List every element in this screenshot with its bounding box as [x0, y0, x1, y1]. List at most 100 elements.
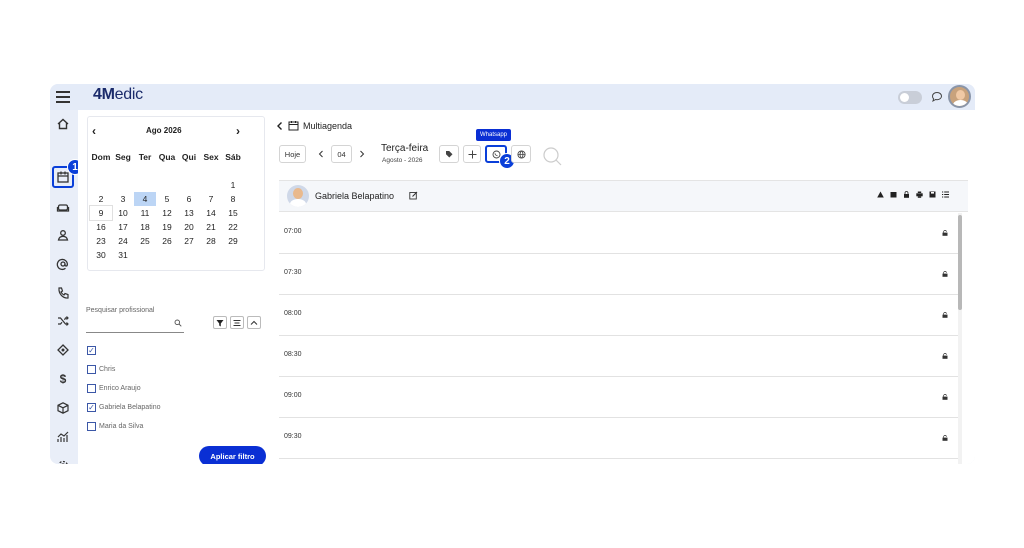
- calendar-day[interactable]: 12: [156, 206, 178, 220]
- time-slot-row[interactable]: 09:30: [279, 418, 959, 459]
- back-icon[interactable]: [276, 121, 284, 131]
- calendar-day[interactable]: 31: [112, 248, 134, 262]
- calendar-day[interactable]: 11: [134, 206, 156, 220]
- calendar-day[interactable]: 2: [90, 192, 112, 206]
- calendar-day[interactable]: 18: [134, 220, 156, 234]
- calendar-day[interactable]: 14: [200, 206, 222, 220]
- globe-icon: [516, 149, 526, 159]
- app-window: 4Medic 1 $ ‹ Ago 2026 › Dom Seg Ter Qua Qui S…: [50, 84, 975, 464]
- calendar-day[interactable]: 26: [156, 234, 178, 248]
- box-icon[interactable]: [55, 400, 71, 416]
- prev-month-button[interactable]: ‹: [92, 124, 96, 138]
- time-slot-row[interactable]: 09:00: [279, 377, 959, 418]
- user-avatar[interactable]: [948, 85, 971, 108]
- add-button[interactable]: [463, 145, 481, 163]
- calendar-day[interactable]: 24: [112, 234, 134, 248]
- time-slot-row[interactable]: 07:30: [279, 254, 959, 295]
- calendar-day[interactable]: 28: [200, 234, 222, 248]
- calendar-day[interactable]: 30: [90, 248, 112, 262]
- calendar-day[interactable]: 1: [222, 178, 244, 192]
- print-icon[interactable]: [916, 191, 923, 198]
- filter-icon: [216, 319, 224, 326]
- shuffle-icon[interactable]: [55, 313, 71, 329]
- menu-icon[interactable]: [56, 88, 70, 106]
- edit-icon[interactable]: [409, 191, 418, 200]
- date-field[interactable]: 04: [331, 145, 352, 163]
- calendar-day[interactable]: 13: [178, 206, 200, 220]
- next-day-button[interactable]: [356, 145, 368, 163]
- professional-checkbox[interactable]: ✓: [87, 346, 96, 355]
- chart-icon[interactable]: [55, 429, 71, 445]
- professional-checkbox[interactable]: ✓: [87, 403, 96, 412]
- tag-button[interactable]: [439, 145, 459, 163]
- professional-name: Gabriela Belapatino: [315, 191, 395, 201]
- home-icon[interactable]: [55, 116, 71, 132]
- calendar-day[interactable]: 4: [134, 192, 156, 206]
- lock-icon[interactable]: [942, 435, 948, 441]
- time-slot-row[interactable]: 08:00: [279, 295, 959, 336]
- professional-checkbox[interactable]: [87, 384, 96, 393]
- slot-time: 09:00: [284, 392, 302, 399]
- calendar-day[interactable]: 8: [222, 192, 244, 206]
- at-icon[interactable]: [55, 256, 71, 272]
- prev-day-button[interactable]: [315, 145, 327, 163]
- search-professional-input[interactable]: [86, 332, 184, 333]
- calendar-day[interactable]: 15: [222, 206, 244, 220]
- calendar-day[interactable]: 3: [112, 192, 134, 206]
- today-button[interactable]: Hoje: [279, 145, 306, 163]
- time-slot-row[interactable]: 08:30: [279, 336, 959, 377]
- calendar-day[interactable]: 17: [112, 220, 134, 234]
- lock-icon[interactable]: [942, 312, 948, 318]
- scrollbar-thumb[interactable]: [958, 215, 962, 310]
- save-icon[interactable]: [929, 191, 936, 198]
- apply-filter-button[interactable]: Aplicar filtro: [199, 446, 266, 464]
- gear-icon[interactable]: [55, 458, 71, 464]
- lock-icon[interactable]: [942, 394, 948, 400]
- page-title: Multiagenda: [303, 120, 353, 131]
- dollar-icon[interactable]: $: [55, 371, 71, 387]
- calendar-day[interactable]: 27: [178, 234, 200, 248]
- professional-checkbox[interactable]: [87, 365, 96, 374]
- tag-icon: [446, 151, 453, 158]
- calendar-day[interactable]: 23: [90, 234, 112, 248]
- calendar-day[interactable]: 20: [178, 220, 200, 234]
- tag-icon[interactable]: [55, 342, 71, 358]
- warning-icon[interactable]: [877, 191, 884, 198]
- calendar-day[interactable]: 6: [178, 192, 200, 206]
- calendar-day[interactable]: 22: [222, 220, 244, 234]
- calendar-grid: Dom Seg Ter Qua Qui Sex Sáb 1 2 3 4 5 6 7 8 9 10 11 12 13 14…: [89, 150, 244, 262]
- web-button[interactable]: [511, 145, 531, 163]
- calendar-day[interactable]: 10: [112, 206, 134, 220]
- professional-checkbox[interactable]: [87, 422, 96, 431]
- filter-button[interactable]: [213, 316, 227, 329]
- lock-icon[interactable]: [942, 353, 948, 359]
- calendar-day[interactable]: 5: [156, 192, 178, 206]
- calendar-day[interactable]: 25: [134, 234, 156, 248]
- theme-toggle[interactable]: [898, 91, 922, 104]
- collapse-button[interactable]: [247, 316, 261, 329]
- couch-icon[interactable]: [55, 199, 71, 215]
- phone-icon[interactable]: [55, 285, 71, 301]
- calendar-day[interactable]: 9: [89, 205, 113, 221]
- calendar-day[interactable]: 21: [200, 220, 222, 234]
- calendar-icon[interactable]: [890, 191, 897, 198]
- whatsapp-tooltip: Whatsapp: [476, 129, 512, 141]
- mini-calendar: ‹ Ago 2026 › Dom Seg Ter Qua Qui Sex Sáb 1 2 3 4 5 6…: [87, 116, 265, 271]
- calendar-day[interactable]: 19: [156, 220, 178, 234]
- time-slot-row[interactable]: 07:00: [279, 213, 959, 254]
- calendar-day[interactable]: 16: [90, 220, 112, 234]
- lock-icon[interactable]: [903, 191, 910, 198]
- list-icon[interactable]: [942, 191, 949, 198]
- list-icon: [233, 319, 241, 326]
- scrollbar[interactable]: [958, 213, 962, 464]
- chat-icon[interactable]: [931, 91, 943, 103]
- zoom-icon[interactable]: [542, 146, 562, 166]
- calendar-day[interactable]: 29: [222, 234, 244, 248]
- search-icon[interactable]: [174, 319, 182, 327]
- user-icon[interactable]: [55, 227, 71, 243]
- calendar-day[interactable]: 7: [200, 192, 222, 206]
- lock-icon[interactable]: [942, 271, 948, 277]
- lock-icon[interactable]: [942, 230, 948, 236]
- next-month-button[interactable]: ›: [236, 124, 240, 138]
- list-button[interactable]: [230, 316, 244, 329]
